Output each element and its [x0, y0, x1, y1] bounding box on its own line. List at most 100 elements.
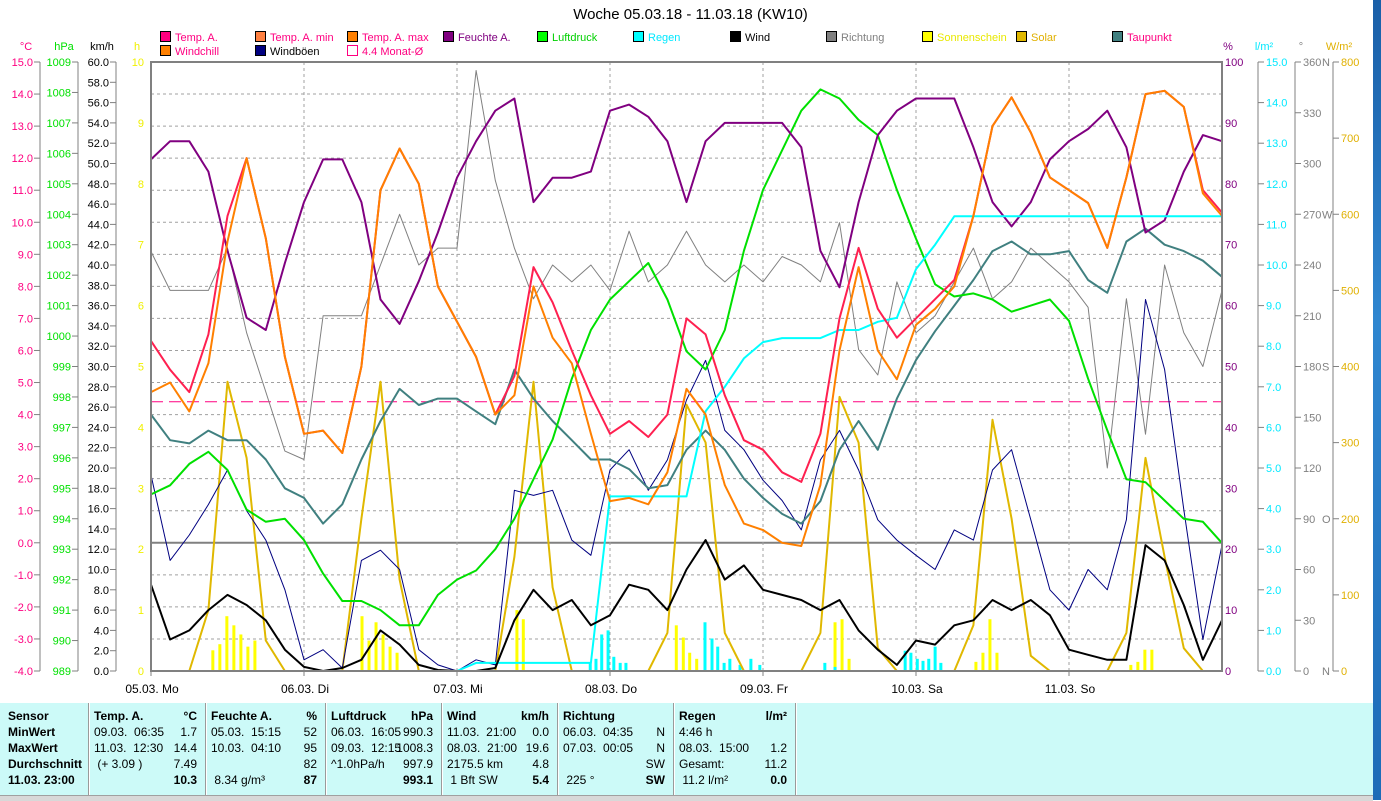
press-axis-label: 999 — [53, 362, 71, 374]
sensor-row-label: Durchschnitt — [8, 757, 86, 773]
hum-axis-label: 70 — [1225, 240, 1237, 252]
press-axis-label: 1004 — [47, 209, 71, 221]
legend-swatch-icon — [255, 45, 266, 56]
sunshine-bar — [253, 640, 257, 671]
stats-cell-label: 225 ° — [563, 773, 595, 787]
dir-axis-label: 90 — [1303, 514, 1315, 526]
sunshine-bar — [1143, 649, 1147, 671]
wind-axis-label: 28.0 — [88, 382, 109, 394]
stats-row: 2175.5 km 4.8 — [447, 757, 549, 773]
rain-axis-label: 8.0 — [1266, 341, 1281, 353]
rain-bar — [624, 662, 628, 671]
stats-row: 08.03. 15:00 1.2 — [679, 741, 787, 757]
rain-bar — [749, 658, 753, 671]
rain-bar — [606, 630, 610, 671]
stats-cell-label: 05.03. 15:15 — [211, 725, 282, 739]
compass-label: N — [1322, 57, 1330, 69]
legend-swatch-icon — [826, 31, 837, 42]
x-tick-label: 09.03. Fr — [740, 682, 788, 696]
stats-cell-label: 11.2 l/m² — [679, 773, 729, 787]
rain-axis-label: 12.0 — [1266, 179, 1287, 191]
stats-cell-label: 1 Bft SW — [447, 773, 498, 787]
press-axis-label: 1001 — [47, 301, 71, 313]
stats-cell-value: 993.1 — [402, 773, 433, 787]
rain-axis-label: 10.0 — [1266, 260, 1287, 272]
dir-axis-label: 270 — [1303, 209, 1321, 221]
stats-cell-value: 1.2 — [770, 741, 787, 755]
press-axis-label: 1003 — [47, 240, 71, 252]
sunshine-bar — [388, 646, 392, 671]
stats-row: 993.1 — [331, 773, 433, 789]
legend-swatch-icon — [1112, 31, 1123, 42]
compass-label: S — [1322, 362, 1329, 374]
solar-axis-label: 300 — [1341, 438, 1359, 450]
hum-axis-unit: % — [1223, 41, 1233, 53]
wind-axis-label: 52.0 — [88, 138, 109, 150]
press-axis-label: 989 — [53, 666, 71, 678]
rain-axis-label: 4.0 — [1266, 504, 1281, 516]
sunshine-bar — [239, 634, 243, 671]
wind-axis-label: 50.0 — [88, 159, 109, 171]
legend-item: Solar — [1016, 31, 1057, 44]
plot-frame — [150, 61, 1223, 672]
legend-label: Windchill — [175, 46, 220, 58]
rain-axis-label: 7.0 — [1266, 382, 1281, 394]
desktop-background-edge — [1373, 0, 1381, 800]
legend-item: Temp. A. min — [255, 31, 334, 44]
column-separator — [795, 703, 797, 795]
sensor-row-label: MaxWert — [8, 741, 86, 757]
dir-axis-label: 0 — [1303, 666, 1309, 678]
rain-bar — [921, 660, 925, 671]
rain-bar — [703, 622, 707, 671]
compass-label: O — [1322, 514, 1331, 526]
stats-row: (+ 3.09 ) 7.49 — [94, 757, 197, 773]
stats-cell-label: 8.34 g/m³ — [211, 773, 266, 787]
x-tick-label: 06.03. Di — [281, 682, 329, 696]
chart-title: Woche 05.03.18 - 11.03.18 (KW10) — [573, 6, 808, 23]
sunshine-bar — [360, 616, 364, 671]
stats-row: 4:46 h — [679, 725, 787, 741]
x-tick-label: 07.03. Mi — [433, 682, 482, 696]
rain-axis-label: 1.0 — [1266, 625, 1281, 637]
press-axis-label: 1000 — [47, 331, 71, 343]
press-axis-label: 998 — [53, 392, 71, 404]
x-tick-label: 08.03. Do — [585, 682, 637, 696]
column-unit: l/m² — [765, 709, 787, 723]
sunshine-bar — [840, 619, 844, 671]
sunshine-bar — [981, 652, 985, 671]
rain-bar — [722, 662, 726, 671]
column-title: Luftdruck — [331, 709, 387, 723]
temp-axis-label: 15.0 — [12, 57, 33, 69]
column-header: Richtung — [563, 709, 665, 725]
wind-axis-label: 12.0 — [88, 544, 109, 556]
wind-axis-label: 42.0 — [88, 240, 109, 252]
column-header: Temp. A. °C — [94, 709, 197, 725]
wind-axis-label: 60.0 — [88, 57, 109, 69]
legend-label: Sonnenschein — [937, 32, 1007, 44]
temp-axis-label: 10.0 — [12, 217, 33, 229]
rain-axis-label: 3.0 — [1266, 544, 1281, 556]
dir-axis-label: 180 — [1303, 362, 1321, 374]
solar-axis-label: 200 — [1341, 514, 1359, 526]
press-axis-label: 996 — [53, 453, 71, 465]
sun-axis-label: 1 — [138, 605, 144, 617]
stats-cell-value: 11.2 — [764, 757, 787, 771]
solar-line — [151, 380, 1222, 672]
wind-axis-label: 32.0 — [88, 341, 109, 353]
sun-axis-label: 4 — [138, 422, 144, 434]
stats-row: ^1.0hPa/h 997.9 — [331, 757, 433, 773]
rain-axis-label: 5.0 — [1266, 463, 1281, 475]
wind-axis-label: 34.0 — [88, 321, 109, 333]
sun-axis-label: 5 — [138, 362, 144, 374]
hum-axis-label: 30 — [1225, 483, 1237, 495]
sunshine-bar — [1150, 649, 1154, 671]
wind-axis-label: 0.0 — [94, 666, 109, 678]
temp-axis-label: 3.0 — [18, 442, 33, 454]
stats-column-luftdruck: Luftdruck hPa 06.03. 16:05 990.3 09.03. 12:1… — [331, 709, 433, 789]
sun-axis-label: 2 — [138, 544, 144, 556]
stats-cell-label: 06.03. 04:35 — [563, 725, 634, 739]
dir-axis-label: 330 — [1303, 108, 1321, 120]
legend-label: Solar — [1031, 32, 1057, 44]
hum-axis-label: 40 — [1225, 422, 1237, 434]
stats-cell-value: 19.6 — [525, 741, 549, 755]
